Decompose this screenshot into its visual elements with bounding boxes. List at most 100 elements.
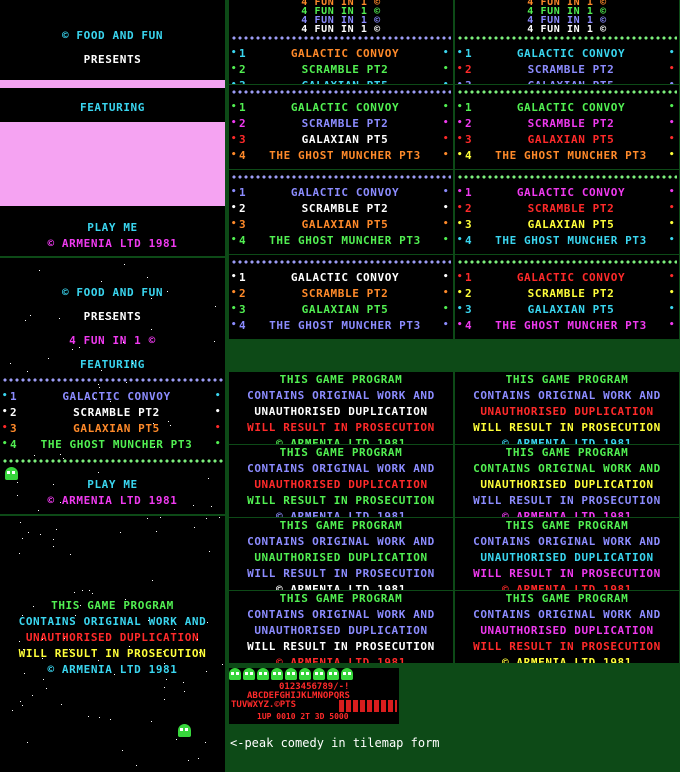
menu-game-row-4: • 4 THE GHOST MUNCHER PT3 • — [457, 234, 675, 247]
menu-game-row-4: • 4 THE GHOST MUNCHER PT3 • — [231, 149, 449, 162]
warning-line-1: THIS GAME PROGRAM — [505, 446, 629, 459]
star — [222, 664, 223, 665]
star — [32, 695, 33, 696]
warning-line-5: © ARMENIA LTD 1981 — [275, 510, 406, 517]
warning-left-line-5: © ARMENIA LTD 1981 — [47, 663, 178, 676]
warning-line-1: THIS GAME PROGRAM — [505, 592, 629, 605]
star — [33, 606, 34, 607]
menu-game-row-3: •3GALAXIAN PT5• — [455, 79, 679, 84]
star — [48, 358, 49, 359]
star — [164, 699, 165, 700]
star — [98, 472, 99, 473]
star — [79, 347, 80, 348]
star — [20, 522, 21, 523]
star — [94, 398, 95, 399]
star — [53, 539, 54, 540]
warning-line-5: © ARMENIA LTD 1981 — [275, 583, 406, 590]
menu-game-row-2: • 2 SCRAMBLE PT2 • — [457, 117, 675, 130]
green-ghost-icon — [313, 668, 325, 680]
menu-screen-5: • 1 GALACTIC CONVOY • • 2 SCRAMBLE PT2 • • 3 GALAX… — [229, 170, 453, 254]
star — [147, 277, 148, 278]
intro1-featuring: FEATURING — [79, 101, 145, 114]
star — [99, 717, 100, 718]
intro1-play-me: PLAY ME — [87, 221, 138, 234]
star — [147, 518, 148, 519]
star — [197, 639, 198, 640]
warning-line-3: UNAUTHORISED DUPLICATION — [254, 405, 428, 418]
menu-dots-top — [457, 89, 677, 95]
star — [74, 592, 75, 593]
star — [207, 622, 208, 623]
green-ghost-icon — [299, 668, 311, 680]
star — [39, 270, 40, 271]
tilemap-red-blocks — [339, 700, 397, 712]
star — [43, 679, 44, 680]
star — [60, 454, 61, 455]
star — [135, 360, 136, 361]
star — [23, 649, 24, 650]
menu-screen-4: • 1 GALACTIC CONVOY • • 2 SCRAMBLE PT2 • • 3 GALAX… — [455, 85, 679, 169]
intro2-featuring: FEATURING — [79, 358, 145, 371]
warning-line-4: WILL RESULT IN PROSECUTION — [473, 567, 661, 580]
menu-game-row-3: •3GALAXIAN PT5• — [231, 133, 449, 146]
menu-game-row-1: • 1 GALACTIC CONVOY • — [231, 47, 449, 60]
star — [183, 682, 184, 683]
star — [112, 318, 113, 319]
warning-screen-1: THIS GAME PROGRAM CONTAINS ORIGINAL WORK … — [229, 372, 453, 444]
menu-game-row-2: • 2 SCRAMBLE PT2 • — [231, 117, 449, 130]
star — [92, 593, 93, 594]
intro2-play-me: PLAY ME — [87, 478, 138, 491]
star — [123, 342, 124, 343]
menu-dots-top — [231, 89, 451, 95]
title-line: 4 FUN IN 1 © — [301, 24, 381, 35]
warning-line-3: UNAUTHORISED DUPLICATION — [254, 551, 428, 564]
menu-game-row-3: •3GALAXIAN PT5• — [457, 133, 675, 146]
star — [188, 760, 189, 761]
star — [176, 739, 177, 740]
star — [70, 554, 71, 555]
star — [12, 710, 13, 711]
star — [98, 384, 99, 385]
menu-screen-3: • 1 GALACTIC CONVOY • • 2 SCRAMBLE PT2 • • 3 GALAX… — [229, 85, 453, 169]
warning-screen-5: THIS GAME PROGRAM CONTAINS ORIGINAL WORK … — [229, 518, 453, 590]
menu-screen-1: 4 FUN IN 1 © 4 FUN IN 1 © 4 FUN IN 1 © 4 FU… — [229, 0, 453, 84]
green-ghost-icon — [271, 668, 283, 680]
star — [148, 620, 149, 621]
warning-line-2: CONTAINS ORIGINAL WORK AND — [473, 608, 661, 621]
intro1-copyright: © ARMENIA LTD 1981 — [47, 237, 178, 250]
intro1-food-and-fun: © FOOD AND FUN — [61, 29, 164, 42]
warning-line-4: WILL RESULT IN PROSECUTION — [473, 421, 661, 434]
green-ghost-icon — [341, 668, 353, 680]
star — [215, 306, 216, 307]
intro2-game-row-2: • 2 SCRAMBLE PT2 • — [2, 406, 221, 419]
star — [101, 281, 102, 282]
star — [122, 750, 123, 751]
star — [208, 478, 209, 479]
star — [20, 701, 21, 702]
warning-line-1: THIS GAME PROGRAM — [505, 519, 629, 532]
warning-line-4: WILL RESULT IN PROSECUTION — [473, 494, 661, 507]
star — [110, 401, 111, 402]
warning-screen-7: THIS GAME PROGRAM CONTAINS ORIGINAL WORK … — [229, 591, 453, 663]
intro-screen-1: © FOOD AND FUN PRESENTS FEATURING PLAY M… — [0, 0, 225, 256]
intro2-dots-bottom — [2, 458, 223, 464]
green-ghost-icon — [327, 668, 339, 680]
star — [166, 679, 167, 680]
star — [153, 423, 154, 424]
warning-screen-2: THIS GAME PROGRAM CONTAINS ORIGINAL WORK … — [455, 372, 679, 444]
intro2-game-row-3: • 3 GALAXIAN PT5 • — [2, 422, 221, 435]
warning-line-3: UNAUTHORISED DUPLICATION — [480, 478, 654, 491]
star — [80, 605, 81, 606]
menu-screen-7: • 1 GALACTIC CONVOY • • 2 SCRAMBLE PT2 • • 3 GALAX… — [229, 255, 453, 339]
tilemap-score-row: 1UP 0010 2T 3D 5000 — [257, 712, 349, 721]
menu-game-row-2: • 2 SCRAMBLE PT2 • — [457, 63, 675, 76]
star — [61, 704, 62, 705]
star — [219, 517, 220, 518]
star — [22, 705, 23, 706]
warning-line-5: © ARMENIA LTD 1981 — [275, 437, 406, 444]
warning-line-1: THIS GAME PROGRAM — [279, 373, 403, 386]
menu-dots-top — [457, 35, 677, 41]
star — [63, 458, 64, 459]
star — [22, 538, 23, 539]
menu-game-row-1: • 1 GALACTIC CONVOY • — [231, 271, 449, 284]
